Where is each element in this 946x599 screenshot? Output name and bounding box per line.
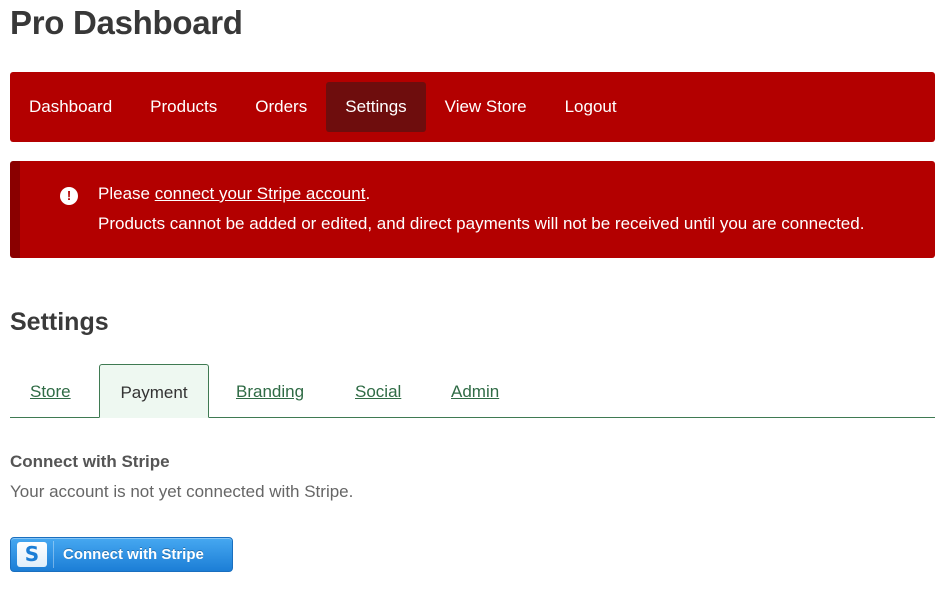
tab-admin[interactable]: Admin [451, 364, 499, 417]
alert-suffix: . [365, 184, 371, 203]
tab-branding[interactable]: Branding [236, 364, 304, 417]
nav-item-orders[interactable]: Orders [236, 82, 326, 132]
settings-tabs: Store Payment Branding Social Admin [10, 364, 935, 418]
page-title: Pro Dashboard [10, 4, 243, 41]
alert-prefix: Please [98, 184, 155, 203]
alert-message: Products cannot be added or edited, and … [98, 214, 865, 233]
alert-line-1: Please connect your Stripe account. [98, 184, 370, 204]
connect-stripe-link[interactable]: connect your Stripe account [155, 184, 366, 203]
nav-item-view-store[interactable]: View Store [426, 82, 546, 132]
stripe-logo-icon: S [17, 542, 47, 567]
stripe-alert: ! Please connect your Stripe account. Pr… [10, 161, 935, 258]
nav-item-settings[interactable]: Settings [326, 82, 426, 132]
nav-item-dashboard[interactable]: Dashboard [10, 82, 131, 132]
main-navbar: Dashboard Products Orders Settings View … [10, 72, 935, 142]
nav-item-logout[interactable]: Logout [546, 82, 636, 132]
tab-store[interactable]: Store [30, 364, 71, 417]
stripe-button-label: Connect with Stripe [63, 546, 204, 563]
page: Pro Dashboard Dashboard Products Orders … [0, 0, 946, 599]
exclamation-circle-icon: ! [60, 187, 78, 205]
connect-heading: Connect with Stripe [10, 452, 170, 471]
tab-payment[interactable]: Payment [99, 364, 209, 418]
tab-social[interactable]: Social [355, 364, 401, 417]
nav-item-products[interactable]: Products [131, 82, 236, 132]
connect-status: Your account is not yet connected with S… [10, 482, 354, 501]
button-divider [53, 541, 54, 568]
settings-title: Settings [10, 308, 109, 336]
connect-with-stripe-button[interactable]: S Connect with Stripe [10, 537, 233, 572]
